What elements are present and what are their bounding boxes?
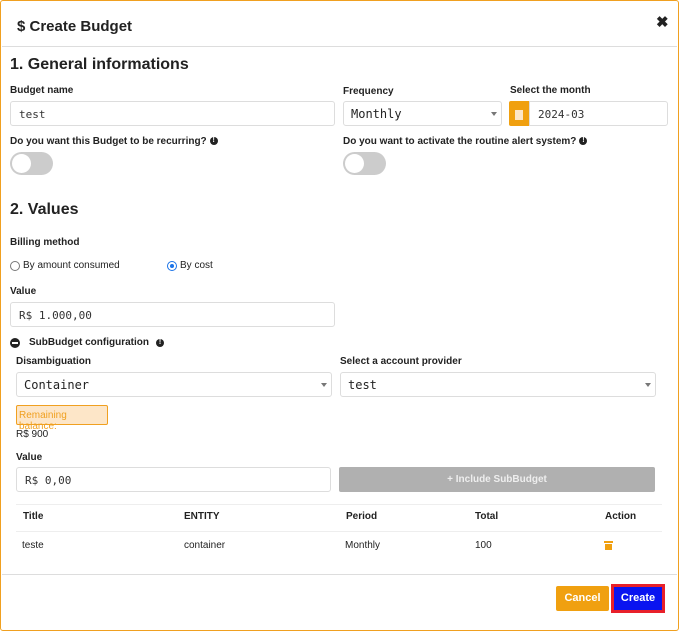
divider — [16, 504, 662, 505]
chevron-down-icon — [491, 112, 497, 116]
chevron-down-icon — [645, 383, 651, 387]
recurring-label-text: Do you want this Budget to be recurring? — [10, 136, 207, 147]
radio-label: By cost — [180, 260, 213, 271]
provider-value: test — [348, 378, 377, 392]
radio-by-cost[interactable]: By cost — [167, 260, 213, 271]
provider-label: Select a account provider — [340, 356, 462, 367]
header-divider — [2, 46, 677, 47]
alert-label-text: Do you want to activate the routine aler… — [343, 136, 577, 147]
subbudget-value-label: Value — [16, 452, 43, 463]
subbudget-value-input[interactable]: R$ 0,00 — [16, 467, 331, 492]
cell-entity: container — [184, 540, 226, 551]
create-button[interactable]: Create — [611, 584, 665, 613]
subbudget-table: Title ENTITY Period Total Action teste c… — [16, 504, 662, 565]
modal-title: $ Create Budget — [17, 18, 133, 35]
month-label: Select the month — [510, 85, 591, 96]
minus-circle-icon[interactable] — [10, 337, 20, 348]
provider-select[interactable]: test — [340, 372, 656, 397]
cell-period: Monthly — [345, 540, 381, 551]
alert-toggle[interactable] — [343, 152, 386, 175]
recurring-toggle[interactable] — [10, 152, 53, 175]
radio-by-amount[interactable]: By amount consumed — [10, 260, 120, 271]
alert-label: Do you want to activate the routine aler… — [343, 136, 588, 147]
disambiguation-value: Container — [24, 378, 90, 392]
toggle-knob — [12, 154, 31, 173]
remaining-balance-value: R$ 900 — [16, 429, 49, 440]
value-input[interactable]: R$ 1.000,00 — [10, 302, 335, 327]
col-entity: ENTITY — [184, 511, 220, 522]
col-total: Total — [475, 511, 499, 522]
close-icon[interactable]: ✖ — [656, 13, 669, 31]
value-label: Value — [10, 286, 37, 297]
frequency-value: Monthly — [351, 107, 402, 121]
col-action: Action — [605, 511, 637, 522]
trash-icon[interactable] — [604, 540, 613, 550]
toggle-knob — [345, 154, 364, 173]
budget-name-input[interactable]: test — [10, 101, 335, 126]
radio-button-checked[interactable] — [167, 260, 177, 271]
billing-method-label: Billing method — [10, 237, 80, 248]
chevron-down-icon — [321, 383, 327, 387]
subbudget-label: SubBudget configuration — [29, 337, 149, 348]
month-input[interactable]: 2024-03 — [529, 101, 668, 126]
info-icon: ! — [579, 137, 588, 146]
create-budget-modal: $ Create Budget ✖ 1. General information… — [0, 0, 679, 631]
info-icon: ! — [156, 338, 164, 347]
radio-label: By amount consumed — [23, 260, 120, 271]
disambiguation-label: Disambiguation — [16, 356, 92, 367]
remaining-balance-badge: Remaining balance: — [16, 405, 108, 432]
radio-button[interactable] — [10, 260, 20, 271]
subbudget-toggle[interactable]: SubBudget configuration! — [10, 337, 164, 348]
disambiguation-select[interactable]: Container — [16, 372, 332, 397]
include-subbudget-button[interactable]: + Include SubBudget — [339, 467, 655, 492]
frequency-label: Frequency — [343, 86, 394, 97]
calendar-icon[interactable] — [509, 101, 529, 126]
info-icon: ! — [209, 137, 218, 146]
section-general-heading: 1. General informations — [10, 56, 189, 73]
section-values-heading: 2. Values — [10, 201, 79, 218]
divider — [16, 531, 662, 532]
footer-divider — [2, 574, 677, 575]
cell-total: 100 — [475, 540, 492, 551]
budget-name-label: Budget name — [10, 85, 74, 96]
col-period: Period — [346, 511, 378, 522]
frequency-select[interactable]: Monthly — [343, 101, 502, 126]
cell-title: teste — [22, 540, 44, 551]
col-title: Title — [23, 511, 44, 522]
cancel-button[interactable]: Cancel — [556, 586, 609, 611]
recurring-label: Do you want this Budget to be recurring?… — [10, 136, 218, 147]
